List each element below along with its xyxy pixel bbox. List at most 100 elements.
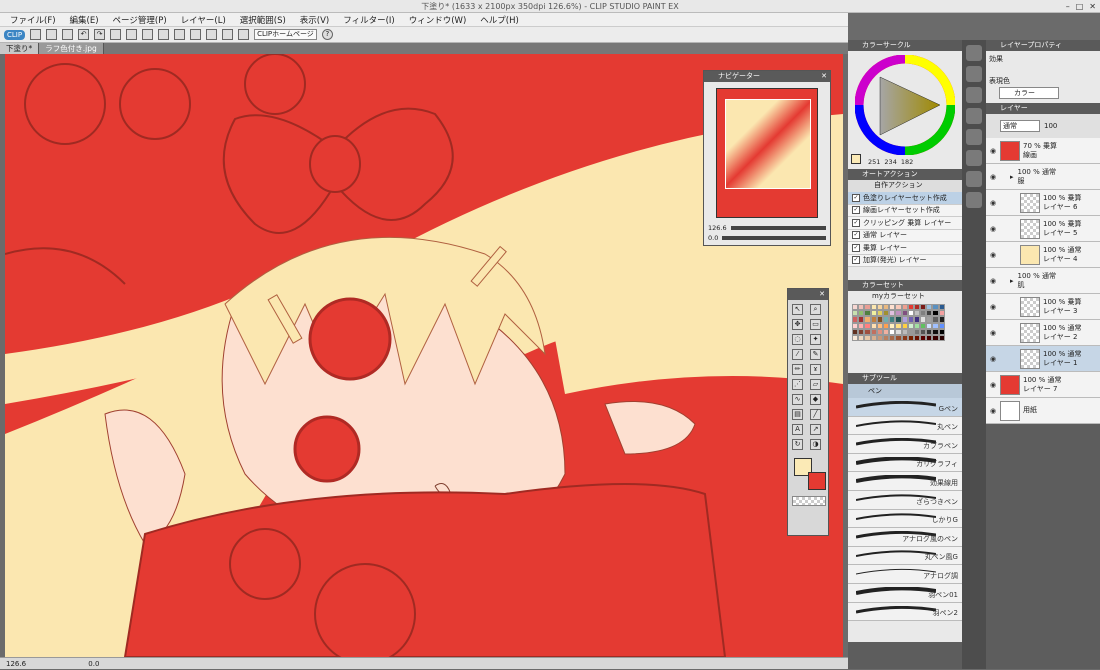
brush-item[interactable]: ざらつきペン (848, 490, 962, 510)
pencil-tool-icon[interactable]: ✏ (792, 364, 803, 375)
blend-mode-select[interactable]: 通常 (1000, 120, 1040, 132)
navigator-zoom[interactable]: 126.6 (708, 224, 727, 232)
brush-item[interactable]: アナログ調 (848, 565, 962, 584)
text-tool-icon[interactable]: A (792, 424, 803, 435)
figure-tool-icon[interactable]: ╱ (810, 409, 821, 420)
airbrush-icon[interactable]: ⋰ (792, 379, 803, 390)
sub-color[interactable] (808, 472, 826, 490)
layer-row[interactable]: ◉ 100 % 通常 レイヤー 7 (986, 372, 1100, 398)
menu-view[interactable]: 表示(V) (300, 14, 329, 26)
layer-row[interactable]: ◉ 100 % 乗算 レイヤー 3 (986, 294, 1100, 320)
layer-row[interactable]: ◉ 70 % 乗算 線画 (986, 138, 1100, 164)
zoom-slider[interactable] (730, 226, 826, 230)
navigator-preview[interactable] (716, 88, 818, 218)
layer-row[interactable]: ◉ ▸ 100 % 通常肌 (986, 268, 1100, 294)
check-icon[interactable]: ✓ (852, 206, 860, 215)
operation-tool-icon[interactable]: ↖ (792, 304, 803, 315)
brush-item[interactable]: カリグラフィ (848, 453, 962, 473)
menu-help[interactable]: ヘルプ(H) (480, 14, 519, 26)
new-file-icon[interactable] (30, 29, 42, 40)
brush-item[interactable]: アナログ風のペン (848, 528, 962, 547)
auto-select-icon[interactable]: ✦ (810, 334, 821, 345)
navigator-angle[interactable]: 0.0 (708, 234, 718, 242)
menu-window[interactable]: ウィンドウ(W) (409, 14, 467, 26)
eye-icon[interactable]: ◉ (986, 381, 1000, 389)
autoaction-item[interactable]: ✓ 加算(発光) レイヤー (848, 254, 962, 267)
ruler-tool-icon[interactable]: ↻ (792, 439, 803, 450)
eye-icon[interactable]: ◉ (986, 251, 1000, 259)
clip-logo-button[interactable]: CLIP (4, 29, 26, 40)
brush-item[interactable]: 効果線用 (848, 472, 962, 491)
color-wheel[interactable] (855, 55, 955, 155)
eraser-icon[interactable]: ▱ (810, 379, 821, 390)
menu-select[interactable]: 選択範囲(S) (240, 14, 286, 26)
eye-icon[interactable]: ◉ (986, 225, 1000, 233)
color-swatches[interactable] (848, 302, 962, 343)
brush-item[interactable]: 羽ペン2 (848, 602, 962, 622)
lasso-tool-icon[interactable]: ◌ (792, 334, 803, 345)
eye-icon[interactable]: ◉ (986, 277, 1000, 285)
palette-tab-icon[interactable] (966, 66, 982, 82)
layer-row[interactable]: ◉ 100 % 乗算 レイヤー 6 (986, 190, 1100, 216)
eye-icon[interactable]: ◉ (986, 147, 1000, 155)
close-icon[interactable]: ✕ (819, 289, 825, 300)
layer-row[interactable]: ◉ 100 % 通常 レイヤー 4 (986, 242, 1100, 268)
redo-icon[interactable]: ↷ (94, 29, 106, 40)
green-value[interactable]: 234 (884, 158, 896, 166)
search-tab-icon[interactable] (966, 150, 982, 166)
opacity-value[interactable]: 100 (1044, 122, 1057, 130)
open-file-icon[interactable] (46, 29, 58, 40)
eye-icon[interactable]: ◉ (986, 199, 1000, 207)
history-tab-icon[interactable] (966, 108, 982, 124)
selection-tool-icon[interactable]: ▭ (810, 319, 821, 330)
snap-icon[interactable] (190, 29, 202, 40)
autoaction-set-select[interactable]: 自作アクション (848, 180, 962, 192)
menu-edit[interactable]: 編集(E) (70, 14, 99, 26)
eye-icon[interactable]: ◉ (986, 303, 1000, 311)
subtool-group-tab[interactable]: ペン (848, 384, 962, 398)
colorwheel-tab-icon[interactable] (966, 45, 982, 61)
transparent-color[interactable] (792, 496, 826, 506)
brush-item[interactable]: Gペン (848, 398, 962, 417)
eyedropper-icon[interactable]: ⁄ (792, 349, 803, 360)
eye-icon[interactable]: ◉ (986, 329, 1000, 337)
info-tab-icon[interactable] (966, 129, 982, 145)
blue-value[interactable]: 182 (901, 158, 913, 166)
eye-icon[interactable]: ◉ (986, 173, 1000, 181)
maximize-button[interactable]: □ (1076, 0, 1084, 13)
menu-filter[interactable]: フィルター(I) (343, 14, 394, 26)
help-icon[interactable]: ? (321, 29, 333, 40)
grid-icon[interactable] (222, 29, 234, 40)
select-all-icon[interactable] (142, 29, 154, 40)
brush-item[interactable]: カブラペン (848, 435, 962, 454)
minimize-button[interactable]: – (1066, 0, 1070, 13)
transform-icon[interactable] (126, 29, 138, 40)
tab-rough[interactable]: ラフ色付き.jpg (39, 43, 104, 54)
deselect-icon[interactable] (158, 29, 170, 40)
layer-row[interactable]: ◉ 100 % 通常 レイヤー 2 (986, 320, 1100, 346)
check-icon[interactable]: ✓ (852, 256, 860, 265)
eye-icon[interactable]: ◉ (986, 355, 1000, 363)
red-value[interactable]: 251 (868, 158, 880, 166)
check-icon[interactable]: ✓ (852, 231, 860, 240)
correct-line-icon[interactable]: ◑ (810, 439, 821, 450)
brush-item[interactable]: 羽ペン01 (848, 583, 962, 603)
tool-prop-tab-icon[interactable] (966, 192, 982, 208)
menu-page[interactable]: ページ管理(P) (113, 14, 167, 26)
brush-tool-icon[interactable]: ɤ (810, 364, 821, 375)
brush-item[interactable]: 丸ペン (848, 416, 962, 436)
check-icon[interactable]: ✓ (852, 243, 860, 252)
eye-icon[interactable]: ◉ (986, 407, 1000, 415)
brush-item[interactable]: しかりG (848, 509, 962, 529)
layer-row[interactable]: ◉ 100 % 通常 レイヤー 1 (986, 346, 1100, 372)
balloon-tool-icon[interactable]: ↗ (810, 424, 821, 435)
colorset-select[interactable]: myカラーセット (848, 291, 962, 302)
menu-layer[interactable]: レイヤー(L) (181, 14, 226, 26)
pen-tool-icon[interactable]: ✎ (810, 349, 821, 360)
brush-item[interactable]: 丸ペン風G (848, 546, 962, 566)
check-icon[interactable]: ✓ (852, 218, 860, 227)
menu-file[interactable]: ファイル(F) (10, 14, 56, 26)
clip-home-button[interactable]: CLIPホームページ (254, 29, 317, 40)
layer-row[interactable]: ◉ 用紙 (986, 398, 1100, 424)
rotate-slider[interactable] (722, 236, 826, 240)
